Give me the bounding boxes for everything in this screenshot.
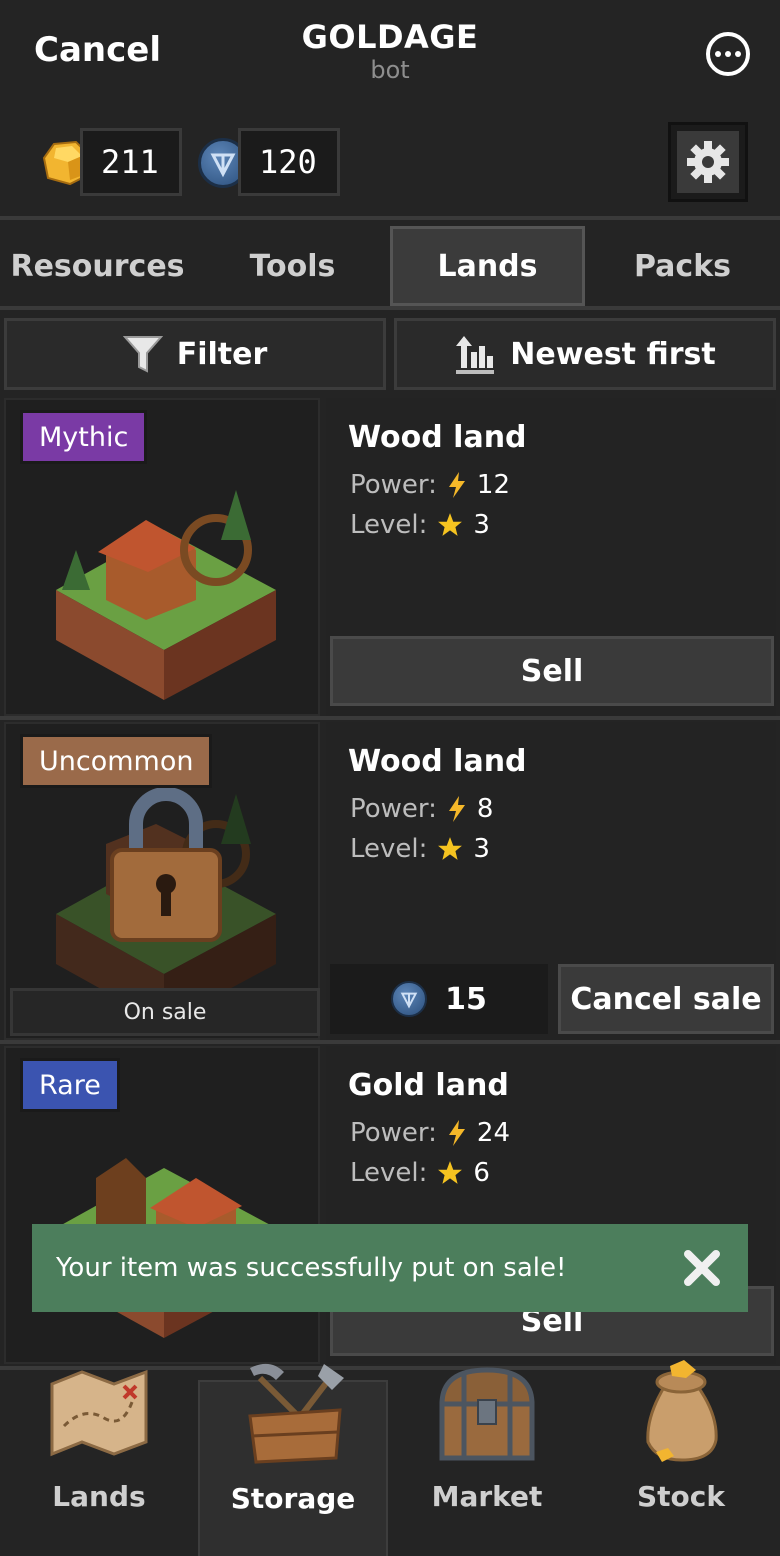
success-toast: Your item was successfully put on sale! [32,1224,748,1312]
settings-button[interactable] [668,122,748,202]
sort-icon [456,336,495,374]
level-value: 3 [473,510,490,540]
level-label: Level: [350,834,428,864]
divider [0,306,780,310]
land-info: Gold land Power: 24 Level: 6 Sell [326,1046,776,1364]
gold-balance: 211 [80,128,182,196]
nav-stock[interactable]: Stock [586,1360,776,1556]
sort-button[interactable]: Newest first [394,318,776,390]
sale-price: 15 [330,964,548,1034]
ton-balance: 120 [238,128,340,196]
lightning-icon [448,796,465,822]
gold-bag-icon [646,1360,718,1462]
rarity-badge: Rare [20,1058,120,1112]
nav-market[interactable]: Market [392,1367,582,1556]
divider [0,716,780,720]
ton-coin-icon [391,981,428,1017]
power-value: 12 [476,470,511,500]
level-label: Level: [350,1158,428,1188]
lock-icon [110,787,222,942]
land-card: Mythic Wood land Power: 12 Level: 3 Sell [4,398,776,716]
lightning-icon [448,1120,465,1146]
on-sale-badge: On sale [10,988,320,1036]
nav-label: Stock [636,1480,725,1513]
filter-label: Filter [176,336,268,372]
chest-icon [439,1367,535,1461]
power-value: 24 [476,1118,511,1148]
lightning-icon [448,472,465,498]
nav-label: Market [431,1480,543,1513]
land-card: On sale Uncommon Wood land Power: 8 Leve… [4,722,776,1040]
level-stat: Level: 3 [350,834,490,864]
level-value: 3 [473,834,490,864]
power-stat: Power: 24 [350,1118,510,1148]
sort-label: Newest first [510,336,716,372]
tab-tools[interactable]: Tools [195,226,390,306]
filter-button[interactable]: Filter [4,318,386,390]
star-icon [438,513,463,536]
tab-resources[interactable]: Resources [0,226,195,306]
ton-balance-value: 120 [259,143,317,181]
land-info: Wood land Power: 8 Level: 3 15 Cancel sa… [326,722,776,1040]
app-subtitle: bot [370,56,410,84]
power-label: Power: [350,470,437,500]
price-value: 15 [445,981,487,1017]
funnel-icon [122,336,163,373]
gold-balance-value: 211 [101,143,159,181]
gear-icon [687,141,729,183]
map-icon [50,1369,148,1457]
nav-label: Lands [52,1480,146,1513]
wood-land-illustration [56,490,276,700]
cancel-sale-button[interactable]: Cancel sale [558,964,774,1034]
power-label: Power: [350,794,437,824]
nav-label: Storage [230,1482,356,1515]
divider [0,216,780,220]
power-stat: Power: 12 [350,470,510,500]
level-stat: Level: 6 [350,1158,490,1188]
rarity-badge: Mythic [20,410,148,464]
power-stat: Power: 8 [350,794,493,824]
level-label: Level: [350,510,428,540]
divider [0,1040,780,1044]
star-icon [438,1161,463,1184]
land-info: Wood land Power: 12 Level: 3 Sell [326,398,776,716]
level-stat: Level: 3 [350,510,490,540]
toolbox-icon [248,1363,344,1464]
nav-lands[interactable]: Lands [4,1369,194,1556]
app-title: GOLDAGE [301,18,479,56]
land-name: Wood land [348,420,527,455]
bottom-nav: Lands Storage Market Stock [0,1360,780,1556]
land-name: Gold land [348,1068,509,1103]
level-value: 6 [473,1158,490,1188]
rarity-badge: Uncommon [20,734,213,788]
nav-storage[interactable]: Storage [198,1363,388,1556]
more-icon[interactable] [706,32,750,76]
toast-message: Your item was successfully put on sale! [56,1253,567,1283]
power-value: 8 [476,794,494,824]
header: Cancel GOLDAGE bot [0,0,780,100]
sell-button[interactable]: Sell [330,636,774,706]
tab-lands[interactable]: Lands [390,226,585,306]
close-icon[interactable] [680,1246,724,1290]
tab-packs[interactable]: Packs [585,226,780,306]
star-icon [438,837,463,860]
power-label: Power: [350,1118,437,1148]
land-card: Rare Gold land Power: 24 Level: 6 Sell [4,1046,776,1364]
land-name: Wood land [348,744,527,779]
